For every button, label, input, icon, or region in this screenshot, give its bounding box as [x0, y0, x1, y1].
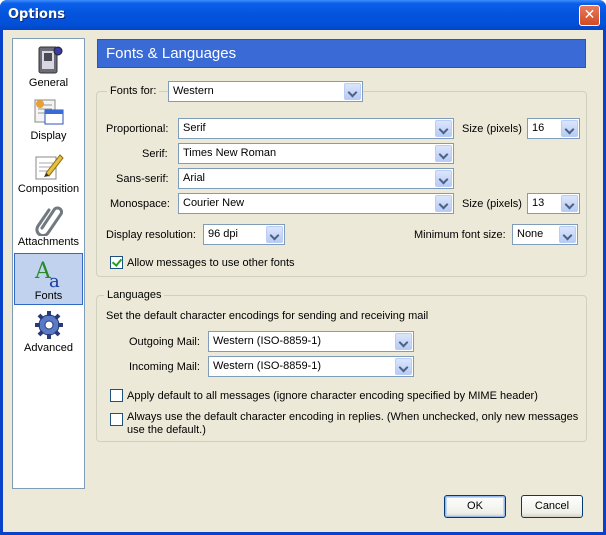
allow-other-fonts-checkbox[interactable]: [110, 256, 123, 269]
options-window: Options ✕ General Display Composition At…: [0, 0, 606, 535]
proportional-select[interactable]: Serif: [178, 118, 454, 139]
chevron-down-icon[interactable]: [435, 145, 452, 162]
fonts-for-select[interactable]: Western: [168, 81, 363, 102]
sidebar-item-label: General: [28, 77, 69, 89]
pen-paper-icon: [35, 154, 64, 180]
window-title: Options: [8, 7, 65, 22]
sans-serif-value: Arial: [183, 172, 206, 184]
sidebar-item-general[interactable]: General: [14, 41, 83, 93]
sidebar-item-display[interactable]: Display: [14, 94, 83, 146]
allow-other-fonts-label[interactable]: Allow messages to use other fonts: [127, 257, 295, 269]
minimum-font-size-value: None: [517, 228, 544, 240]
sidebar-item-composition[interactable]: Composition: [14, 147, 83, 199]
display-resolution-label: Display resolution:: [106, 229, 196, 241]
fonts-for-label: Fonts for:: [107, 85, 160, 97]
always-default-encoding-checkbox[interactable]: [110, 413, 123, 426]
outgoing-mail-select[interactable]: Western (ISO-8859-1): [208, 331, 414, 352]
fonts-icon: A a: [34, 259, 60, 290]
serif-select[interactable]: Times New Roman: [178, 143, 454, 164]
monospace-size-select[interactable]: 13: [527, 193, 580, 214]
monospace-size-value: 13: [532, 197, 545, 209]
title-bar[interactable]: Options ✕: [0, 0, 606, 30]
sidebar-item-label: Attachments: [17, 236, 80, 248]
proportional-size-value: 16: [532, 122, 545, 134]
apply-default-label[interactable]: Apply default to all messages (ignore ch…: [127, 390, 538, 402]
chevron-down-icon[interactable]: [435, 195, 452, 212]
always-default-encoding-label-line1[interactable]: Always use the default character encodin…: [127, 411, 578, 423]
incoming-mail-select[interactable]: Western (ISO-8859-1): [208, 356, 414, 377]
incoming-mail-label: Incoming Mail:: [129, 361, 200, 373]
size-label-proportional: Size (pixels): [462, 123, 522, 135]
monospace-label: Monospace:: [110, 198, 170, 210]
sidebar-item-fonts[interactable]: A a Fonts: [14, 253, 83, 305]
display-resolution-value: 96 dpi: [208, 228, 238, 240]
monospace-value: Courier New: [183, 197, 245, 209]
svg-text:a: a: [49, 271, 60, 290]
cancel-button[interactable]: Cancel: [521, 495, 583, 518]
sidebar-item-label: Composition: [17, 183, 80, 195]
serif-label: Serif:: [142, 148, 168, 160]
sidebar-item-attachments[interactable]: Attachments: [14, 200, 83, 252]
chevron-down-icon[interactable]: [395, 333, 412, 350]
apply-default-checkbox[interactable]: [110, 389, 123, 402]
chevron-down-icon[interactable]: [266, 226, 283, 243]
page-title: Fonts & Languages: [97, 39, 586, 68]
gear-icon: [34, 311, 63, 339]
dialog-client: General Display Composition Attachments …: [3, 30, 603, 532]
incoming-mail-value: Western (ISO-8859-1): [213, 360, 322, 372]
sans-serif-select[interactable]: Arial: [178, 168, 454, 189]
display-icon: [34, 99, 63, 125]
languages-description: Set the default character encodings for …: [106, 310, 429, 322]
sidebar-item-label: Fonts: [34, 290, 63, 302]
monospace-select[interactable]: Courier New: [178, 193, 454, 214]
fonts-for-value: Western: [173, 85, 214, 97]
minimum-font-size-select[interactable]: None: [512, 224, 578, 245]
ok-button[interactable]: OK: [444, 495, 506, 518]
sidebar-item-advanced[interactable]: Advanced: [14, 306, 83, 358]
display-resolution-select[interactable]: 96 dpi: [203, 224, 285, 245]
sans-serif-label: Sans-serif:: [116, 173, 169, 185]
proportional-size-select[interactable]: 16: [527, 118, 580, 139]
category-sidebar: General Display Composition Attachments …: [12, 38, 85, 489]
chevron-down-icon[interactable]: [435, 170, 452, 187]
chevron-down-icon[interactable]: [344, 83, 361, 100]
languages-legend: Languages: [104, 289, 165, 301]
chevron-down-icon[interactable]: [561, 120, 578, 137]
outgoing-mail-value: Western (ISO-8859-1): [213, 335, 322, 347]
always-default-encoding-label-line2[interactable]: use the default.): [127, 424, 206, 436]
chevron-down-icon[interactable]: [435, 120, 452, 137]
close-button[interactable]: ✕: [579, 5, 600, 26]
size-label-monospace: Size (pixels): [462, 198, 522, 210]
minimum-font-size-label: Minimum font size:: [414, 229, 506, 241]
serif-value: Times New Roman: [183, 147, 277, 159]
sidebar-item-label: Advanced: [24, 342, 73, 354]
sidebar-item-label: Display: [30, 130, 67, 142]
chevron-down-icon[interactable]: [559, 226, 576, 243]
outgoing-mail-label: Outgoing Mail:: [129, 336, 200, 348]
chevron-down-icon[interactable]: [395, 358, 412, 375]
chevron-down-icon[interactable]: [561, 195, 578, 212]
switch-icon: [38, 46, 62, 74]
paperclip-icon: [34, 206, 63, 236]
proportional-label: Proportional:: [106, 123, 169, 135]
proportional-value: Serif: [183, 122, 206, 134]
